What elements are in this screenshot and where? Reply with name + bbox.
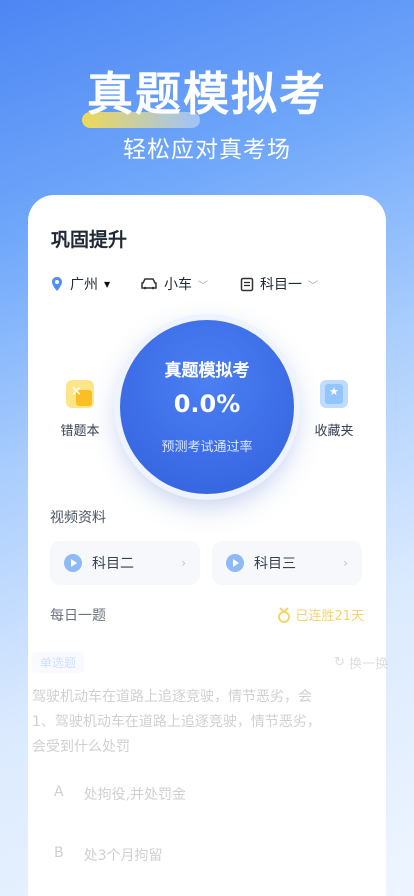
- practice-card: 巩固提升 广州 ▼ 小车 ﹀ 科目一 ﹀ × 错题本 真题模拟考 0.0% 预测…: [28, 195, 388, 896]
- option-letter: B: [54, 845, 64, 861]
- option-a[interactable]: A 处拘役,并处罚金: [54, 784, 186, 804]
- option-b[interactable]: B 处3个月拘留: [54, 845, 163, 865]
- daily-question-body: 单选题 ↻ 换一换 驾驶机动车在道路上追逐竞驶，情节恶劣，会1、驾驶机动车在道路…: [0, 195, 414, 896]
- option-text: 处拘役,并处罚金: [83, 787, 187, 803]
- option-text: 处3个月拘留: [83, 848, 163, 864]
- refresh-label: 换一换: [348, 657, 388, 672]
- option-letter: A: [54, 784, 64, 800]
- refresh-icon: ↻: [334, 655, 345, 670]
- question-type-badge: 单选题: [32, 652, 85, 673]
- hero-title: 真题模拟考: [87, 67, 327, 121]
- refresh-button[interactable]: ↻ 换一换: [334, 653, 388, 672]
- hero-subtitle: 轻松应对真考场: [123, 137, 291, 163]
- question-text: 驾驶机动车在道路上追逐竞驶，情节恶劣，会1、驾驶机动车在道路上追逐竞驶，情节恶劣…: [32, 689, 321, 755]
